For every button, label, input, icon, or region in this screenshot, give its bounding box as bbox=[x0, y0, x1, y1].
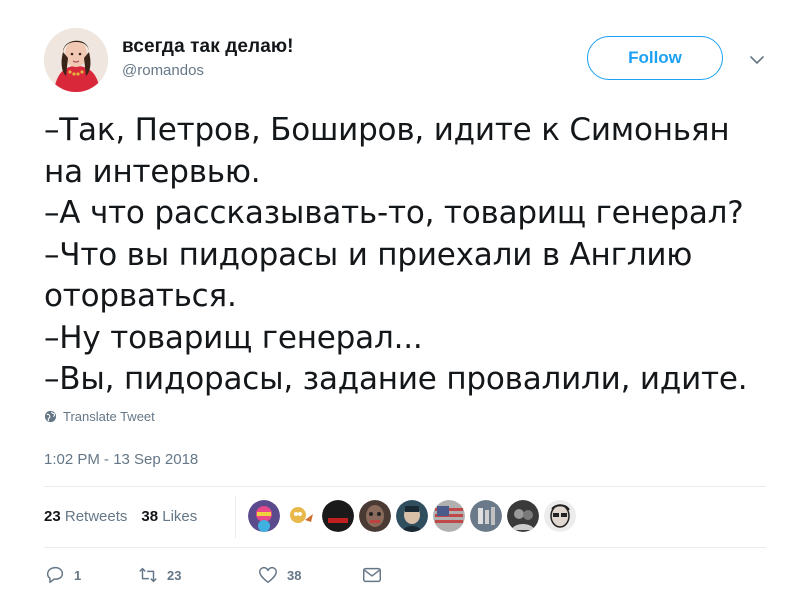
tweet-actions: 1 23 38 bbox=[44, 564, 391, 586]
divider bbox=[44, 547, 766, 548]
tweet-line: –Вы, пидорасы, задание провалили, идите. bbox=[44, 361, 748, 397]
tweet-line: на интервью. bbox=[44, 153, 261, 190]
divider bbox=[235, 496, 236, 538]
tweet-line: –Ну товарищ генерал... bbox=[44, 319, 423, 356]
reply-button[interactable]: 1 bbox=[44, 564, 137, 586]
user-names: всегда так делаю! @romandos bbox=[122, 36, 294, 79]
like-button[interactable]: 38 bbox=[257, 564, 361, 586]
avatar[interactable] bbox=[44, 28, 108, 92]
display-name[interactable]: всегда так делаю! bbox=[122, 36, 294, 58]
tweet-text: –Так, Петров, Боширов, идите к Симоньян … bbox=[44, 110, 764, 401]
tweet-line: оторваться. bbox=[44, 278, 237, 314]
chevron-down-icon[interactable] bbox=[747, 50, 767, 70]
tweet-timestamp[interactable]: 1:02 PM - 13 Sep 2018 bbox=[44, 451, 198, 468]
liker-avatar[interactable] bbox=[507, 500, 539, 532]
reply-count: 1 bbox=[74, 567, 82, 583]
liker-avatar[interactable] bbox=[470, 500, 502, 532]
tweet-header: всегда так делаю! @romandos Follow bbox=[44, 28, 774, 98]
globe-icon bbox=[44, 410, 57, 423]
liker-avatar[interactable] bbox=[544, 500, 576, 532]
likes-label: Likes bbox=[162, 508, 198, 525]
divider bbox=[44, 486, 766, 487]
retweets-label: Retweets bbox=[64, 508, 128, 525]
retweet-icon bbox=[139, 567, 157, 583]
liker-avatar[interactable] bbox=[359, 500, 391, 532]
retweets-stat[interactable]: 23 Retweets bbox=[44, 508, 127, 525]
liker-avatar[interactable] bbox=[322, 500, 354, 532]
retweets-count: 23 bbox=[44, 508, 61, 525]
retweet-count: 23 bbox=[167, 567, 182, 583]
direct-message-button[interactable] bbox=[361, 564, 391, 586]
likers-avatars bbox=[248, 500, 576, 532]
tweet-line: –Что вы пидорасы и приехали в Англию bbox=[44, 236, 693, 273]
likes-count: 38 bbox=[141, 508, 159, 525]
user-handle[interactable]: @romandos bbox=[122, 62, 294, 79]
follow-button[interactable]: Follow bbox=[587, 36, 723, 80]
tweet-line: –А что рассказывать-то, товарищ генерал? bbox=[44, 195, 744, 231]
like-count: 38 bbox=[287, 567, 302, 583]
heart-icon bbox=[259, 566, 277, 584]
translate-label[interactable]: Translate Tweet bbox=[63, 409, 155, 424]
liker-avatar[interactable] bbox=[433, 500, 465, 532]
liker-avatar[interactable] bbox=[285, 500, 317, 532]
tweet-stats: 23 Retweets 38 Likes bbox=[44, 508, 197, 525]
translate-tweet-link[interactable]: Translate Tweet bbox=[44, 409, 155, 424]
liker-avatar[interactable] bbox=[396, 500, 428, 532]
tweet-line: –Так, Петров, Боширов, идите к Симоньян bbox=[44, 112, 730, 148]
envelope-icon bbox=[363, 567, 381, 583]
liker-avatar[interactable] bbox=[248, 500, 280, 532]
likes-stat[interactable]: 38 Likes bbox=[141, 508, 197, 525]
retweet-button[interactable]: 23 bbox=[137, 564, 257, 586]
reply-icon bbox=[46, 566, 64, 584]
